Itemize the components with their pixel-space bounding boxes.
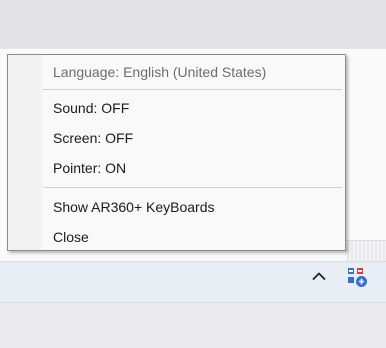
menu-item-sound[interactable]: Sound: OFF: [53, 96, 129, 120]
menu-item-close[interactable]: Close: [53, 225, 89, 249]
horizontal-scrollbar-area: [345, 240, 386, 261]
ar360-keyboard-tray-icon: [346, 266, 368, 293]
ar360-tray-button[interactable]: [342, 264, 372, 294]
desktop-bottom-strip: [0, 303, 386, 348]
desktop-top-strip: [0, 0, 386, 48]
menu-item-show-keyboards[interactable]: Show AR360+ KeyBoards: [53, 195, 215, 219]
menu-separator: [43, 89, 342, 90]
chevron-up-icon: [312, 268, 326, 286]
tray-context-menu: Language: English (United States) Sound:…: [7, 54, 346, 251]
show-hidden-icons-button[interactable]: [306, 264, 332, 290]
menu-separator: [43, 187, 342, 188]
menu-item-language: Language: English (United States): [53, 64, 267, 80]
menu-item-pointer[interactable]: Pointer: ON: [53, 156, 126, 180]
menu-icon-gutter: [8, 55, 42, 250]
menu-item-screen[interactable]: Screen: OFF: [53, 126, 133, 150]
